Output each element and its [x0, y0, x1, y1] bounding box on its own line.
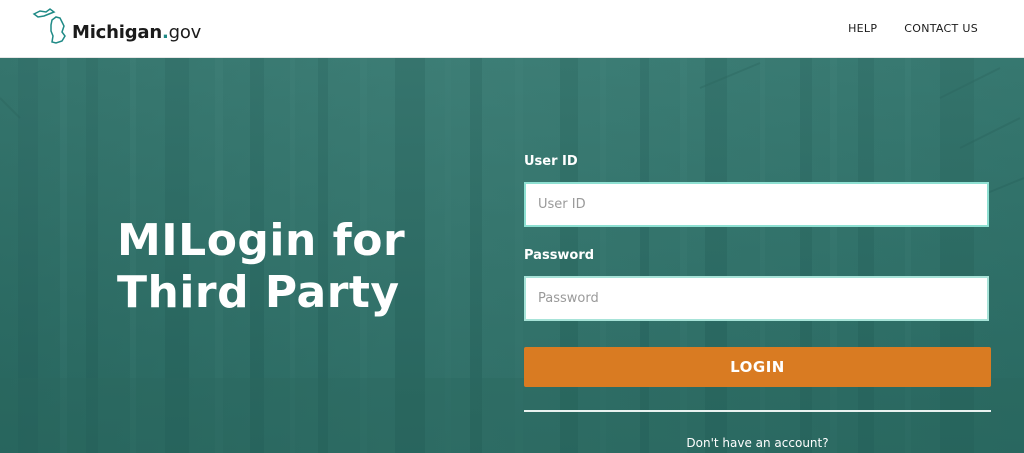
- logo-suffix: gov: [168, 22, 202, 43]
- top-nav: HELP CONTACT US: [848, 22, 978, 35]
- michigan-map-icon: [32, 8, 66, 44]
- hero-section: MILogin for Third Party User ID Password…: [0, 58, 1024, 453]
- nav-contact-us-link[interactable]: CONTACT US: [904, 22, 978, 35]
- no-account-link[interactable]: Don't have an account?: [524, 436, 991, 450]
- page-title-line-1: MILogin for: [117, 215, 406, 266]
- login-button[interactable]: LOGIN: [524, 347, 991, 387]
- login-form: User ID Password LOGIN Don't have an acc…: [524, 154, 991, 450]
- logo-name: Michigan: [72, 22, 162, 43]
- form-divider: [524, 410, 991, 412]
- page-title-line-2: Third Party: [117, 267, 400, 318]
- password-label: Password: [524, 248, 595, 263]
- nav-help-link[interactable]: HELP: [848, 22, 877, 35]
- logo-dot: .: [161, 22, 169, 43]
- site-header: Michigan.gov HELP CONTACT US: [0, 0, 1024, 58]
- userid-label: User ID: [524, 154, 578, 169]
- page-title: MILogin for Third Party: [117, 215, 457, 319]
- password-input[interactable]: [524, 276, 989, 321]
- michigan-gov-logo[interactable]: Michigan.gov: [32, 6, 232, 52]
- logo-wordmark: Michigan.gov: [72, 22, 201, 43]
- userid-input[interactable]: [524, 182, 989, 227]
